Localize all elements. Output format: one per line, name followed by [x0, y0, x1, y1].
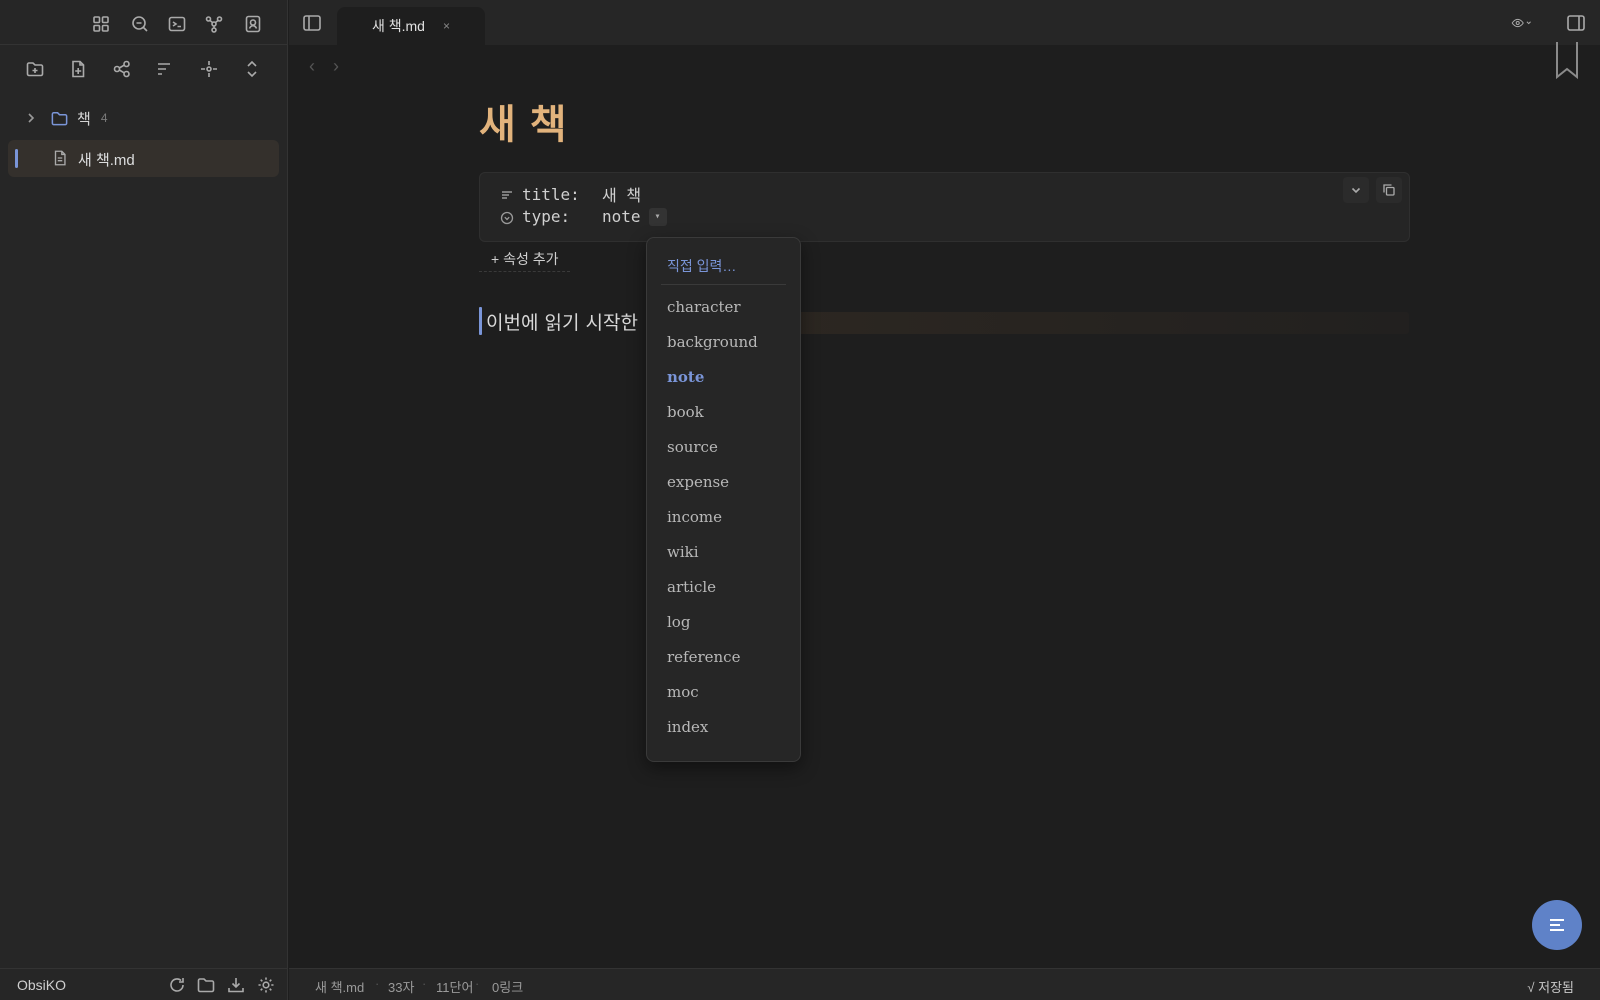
tab-active[interactable]: 새 책.md ×: [337, 7, 485, 45]
dropdown-divider: [661, 284, 786, 285]
reading-view-icon[interactable]: [1511, 12, 1547, 34]
outline-fab-button[interactable]: [1532, 900, 1582, 950]
folder-count: 4: [100, 111, 108, 125]
status-links: 0링크: [492, 980, 524, 995]
right-sidebar-toggle-icon[interactable]: [1565, 12, 1587, 34]
back-arrow-icon[interactable]: ‹: [309, 56, 315, 77]
text-lines-icon: [500, 187, 514, 201]
note-title[interactable]: 새 책: [479, 92, 567, 150]
folder-name: 책: [77, 110, 91, 128]
property-key: type:: [522, 207, 571, 226]
body-text: 이번에 읽기 시작한: [486, 311, 638, 334]
status-chars: 33자: [388, 980, 415, 995]
dropdown-option[interactable]: source: [667, 438, 718, 456]
main-pane: 새 책.md × ‹ › 새 책 title: 새 책 type: note ▾…: [289, 0, 1600, 1000]
property-title[interactable]: title: 새 책: [500, 182, 641, 206]
dropdown-option[interactable]: article: [667, 578, 716, 596]
left-sidebar: 책 4 새 책.md ObsiKO: [0, 0, 288, 1000]
ribbon: [0, 0, 287, 45]
file-icon: [51, 149, 69, 167]
lines-icon: [1545, 913, 1569, 937]
graph-icon[interactable]: [201, 11, 227, 37]
search-zoom-icon[interactable]: [127, 11, 153, 37]
graph-view-icon[interactable]: [109, 56, 135, 82]
file-item-active[interactable]: 새 책.md: [8, 140, 279, 177]
dropdown-option[interactable]: character: [667, 298, 741, 316]
forward-arrow-icon[interactable]: ›: [333, 56, 339, 77]
properties-panel: title: 새 책 type: note ▾: [479, 172, 1410, 242]
status-words: 11단어: [436, 980, 474, 995]
type-value-dropdown: 직접 입력… character background note book so…: [646, 237, 801, 762]
refresh-icon[interactable]: [167, 975, 187, 995]
tab-close-icon[interactable]: ×: [443, 19, 450, 33]
chevron-down-icon[interactable]: [1343, 177, 1369, 203]
active-indicator: [15, 149, 18, 168]
status-separator: ·: [375, 976, 380, 991]
property-type[interactable]: type: note ▾: [500, 207, 667, 226]
property-key: title:: [522, 184, 580, 204]
tab-title: 새 책.md: [371, 18, 425, 34]
vault-name[interactable]: ObsiKO: [17, 977, 66, 993]
text-highlight: [789, 312, 1409, 334]
bookmark-icon[interactable]: [1554, 40, 1580, 80]
download-icon[interactable]: [226, 975, 246, 995]
dropdown-option[interactable]: income: [667, 508, 722, 526]
copy-icon[interactable]: [1376, 177, 1402, 203]
dropdown-option[interactable]: background: [667, 333, 758, 351]
saved-status: √ 저장됨: [1527, 980, 1574, 995]
status-separator: ·: [422, 976, 427, 991]
terminal-icon[interactable]: [164, 11, 190, 37]
property-value[interactable]: 새 책: [602, 182, 641, 206]
custom-input-option[interactable]: 직접 입력…: [667, 256, 736, 276]
dropdown-option[interactable]: expense: [667, 473, 729, 491]
dropdown-option[interactable]: book: [667, 403, 704, 421]
tab-bar: 새 책.md ×: [289, 0, 1600, 45]
add-property-button[interactable]: + 속성 추가: [479, 246, 571, 272]
dropdown-option[interactable]: moc: [667, 683, 699, 701]
chevron-right-icon: [24, 111, 38, 125]
status-separator: ·: [475, 976, 480, 991]
circle-chevron-icon: [500, 210, 514, 224]
dropdown-option[interactable]: index: [667, 718, 708, 736]
sort-icon[interactable]: [151, 56, 177, 82]
status-file: 새 책.md: [315, 980, 365, 995]
settings-gear-icon[interactable]: [256, 975, 276, 995]
status-bar: 새 책.md · 33자 · 11단어 · 0링크 √ 저장됨: [289, 968, 1600, 1000]
new-note-icon[interactable]: [65, 56, 91, 82]
body-text-line[interactable]: 이번에 읽기 시작한: [479, 306, 638, 336]
property-value[interactable]: note: [602, 207, 641, 226]
dropdown-option-selected[interactable]: note: [667, 368, 704, 386]
text-cursor: [479, 307, 482, 335]
doc-nav: ‹ ›: [309, 56, 339, 77]
new-folder-icon[interactable]: [22, 56, 48, 82]
dropdown-option[interactable]: wiki: [667, 543, 699, 561]
folder-open-icon[interactable]: [196, 975, 216, 995]
vault-bar: ObsiKO: [0, 968, 288, 1000]
dropdown-option[interactable]: reference: [667, 648, 740, 666]
folder-item[interactable]: 책 4: [24, 104, 274, 132]
dropdown-option[interactable]: log: [667, 613, 690, 631]
folder-icon: [50, 109, 69, 128]
collapse-icon[interactable]: [239, 56, 265, 82]
chevron-down-icon[interactable]: ▾: [648, 207, 667, 226]
sidebar-toggle-icon[interactable]: [301, 12, 323, 34]
contact-icon[interactable]: [240, 11, 266, 37]
file-name: 새 책.md: [78, 152, 135, 169]
grid-icon[interactable]: [88, 11, 114, 37]
focus-icon[interactable]: [196, 56, 222, 82]
